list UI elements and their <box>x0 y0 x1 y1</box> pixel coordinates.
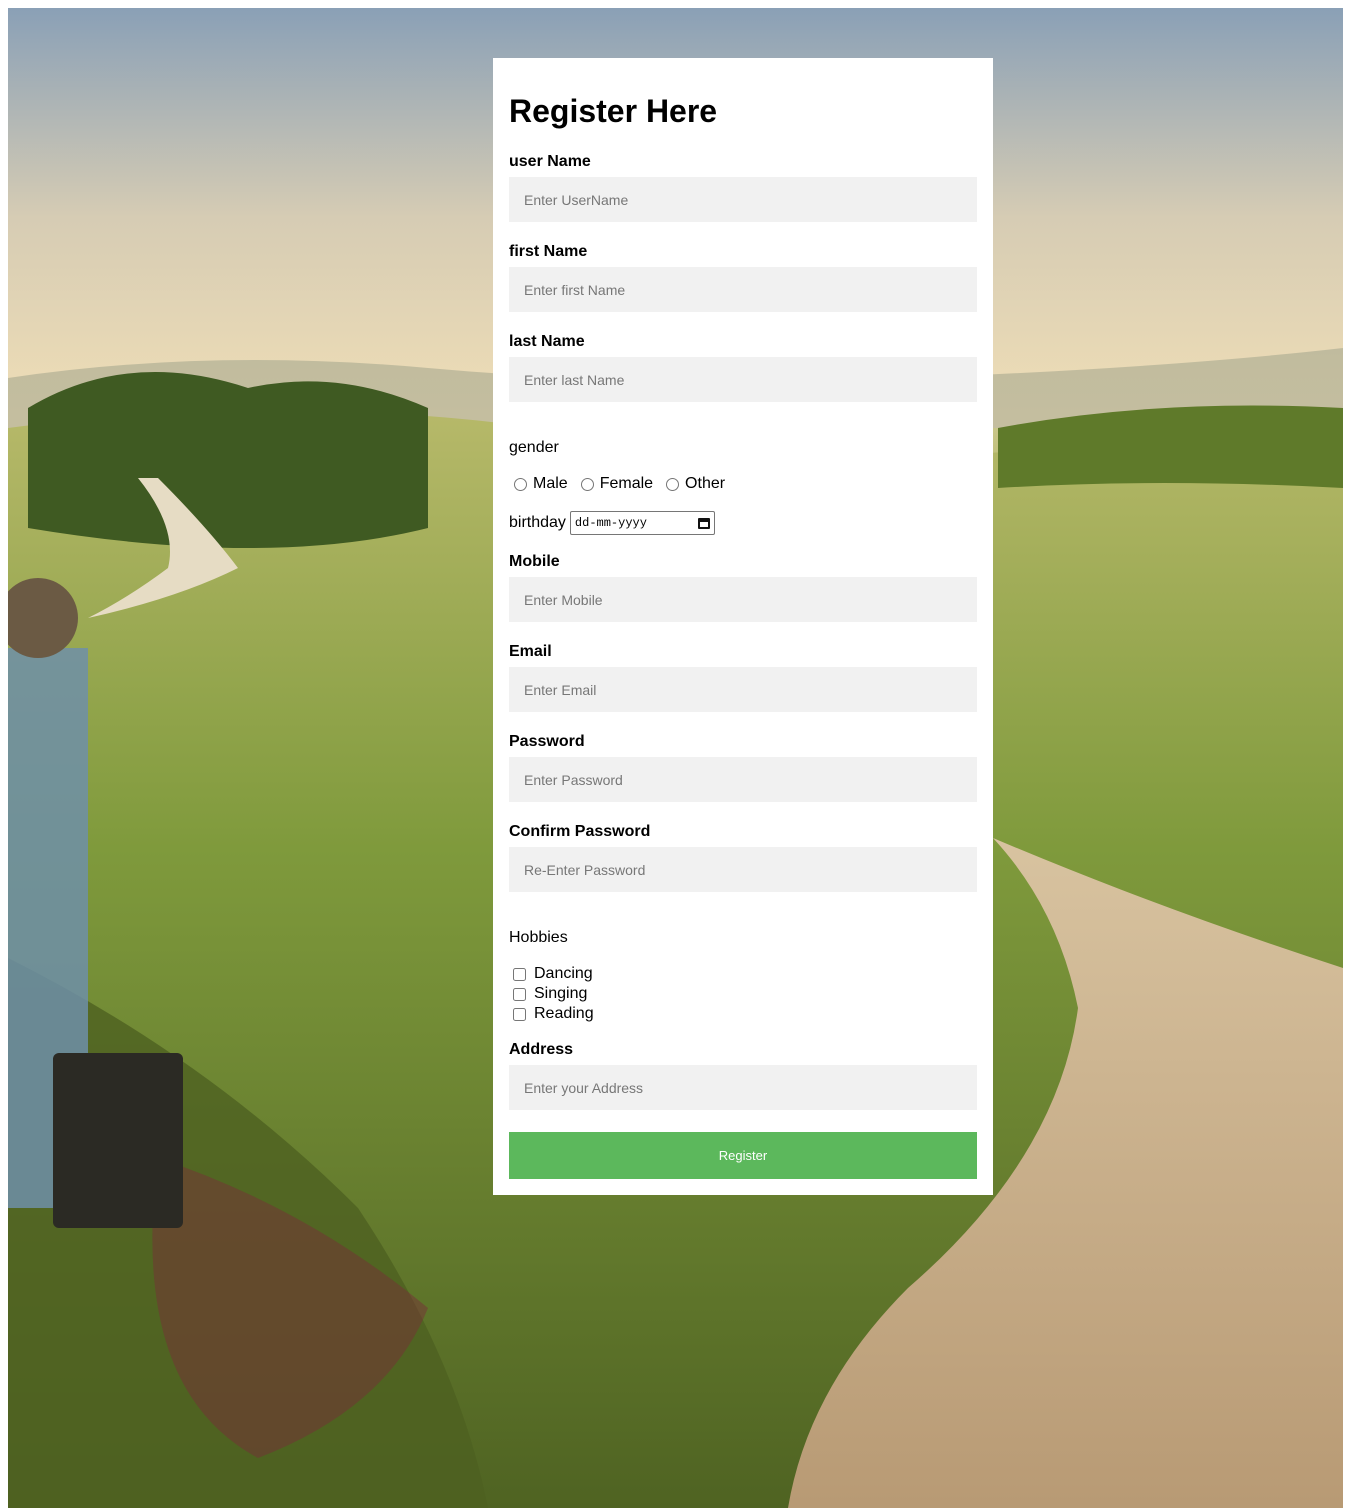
register-button[interactable]: Register <box>509 1132 977 1179</box>
last-name-input[interactable] <box>509 357 977 402</box>
hobby-option-reading[interactable]: Reading <box>509 1004 594 1024</box>
gender-option-label: Male <box>533 475 568 492</box>
gender-radio-female[interactable] <box>580 477 594 491</box>
hobby-option-label: Dancing <box>534 965 593 982</box>
last-name-label: last Name <box>509 333 585 350</box>
gender-radio-male[interactable] <box>514 477 527 491</box>
gender-option-label: Other <box>685 475 726 492</box>
gender-label: gender <box>509 439 559 456</box>
hobby-checkbox-reading[interactable] <box>513 1007 526 1021</box>
hobby-option-dancing[interactable]: Dancing <box>509 964 593 984</box>
first-name-input[interactable] <box>509 267 977 312</box>
birthday-date-placeholder: dd-mm-yyyy <box>574 516 647 530</box>
hobby-checkbox-singing[interactable] <box>513 987 526 1001</box>
gender-option-female[interactable]: Female <box>576 475 653 493</box>
password-label: Password <box>509 733 585 750</box>
password-input[interactable] <box>509 757 977 802</box>
hobby-option-singing[interactable]: Singing <box>509 984 587 1004</box>
birthday-date-input[interactable]: dd-mm-yyyy <box>569 511 715 535</box>
email-label: Email <box>509 643 552 660</box>
hobby-option-label: Singing <box>534 985 588 1002</box>
mobile-label: Mobile <box>509 553 560 570</box>
username-input[interactable] <box>509 177 977 222</box>
address-label: Address <box>509 1041 574 1058</box>
gender-option-other[interactable]: Other <box>661 475 725 493</box>
confirm-password-input[interactable] <box>509 847 977 892</box>
birthday-row: birthday dd-mm-yyyy <box>509 511 715 535</box>
gender-radio-other[interactable] <box>666 477 680 491</box>
email-input[interactable] <box>509 667 977 712</box>
gender-radio-group: Male Female Other <box>509 474 733 494</box>
hobby-checkbox-dancing[interactable] <box>513 967 526 981</box>
calendar-icon[interactable] <box>697 517 710 529</box>
gender-option-label: Female <box>599 475 654 492</box>
username-label: user Name <box>509 153 591 170</box>
mobile-input[interactable] <box>509 577 977 622</box>
hobbies-label: Hobbies <box>509 929 568 946</box>
birthday-label: birthday <box>509 514 566 531</box>
page-title: Register Here <box>509 93 718 129</box>
address-input[interactable] <box>509 1065 977 1110</box>
gender-option-male[interactable]: Male <box>509 475 568 493</box>
registration-form-card <box>493 58 993 1195</box>
confirm-password-label: Confirm Password <box>509 823 651 840</box>
hobby-option-label: Reading <box>534 1005 594 1022</box>
first-name-label: first Name <box>509 243 588 260</box>
